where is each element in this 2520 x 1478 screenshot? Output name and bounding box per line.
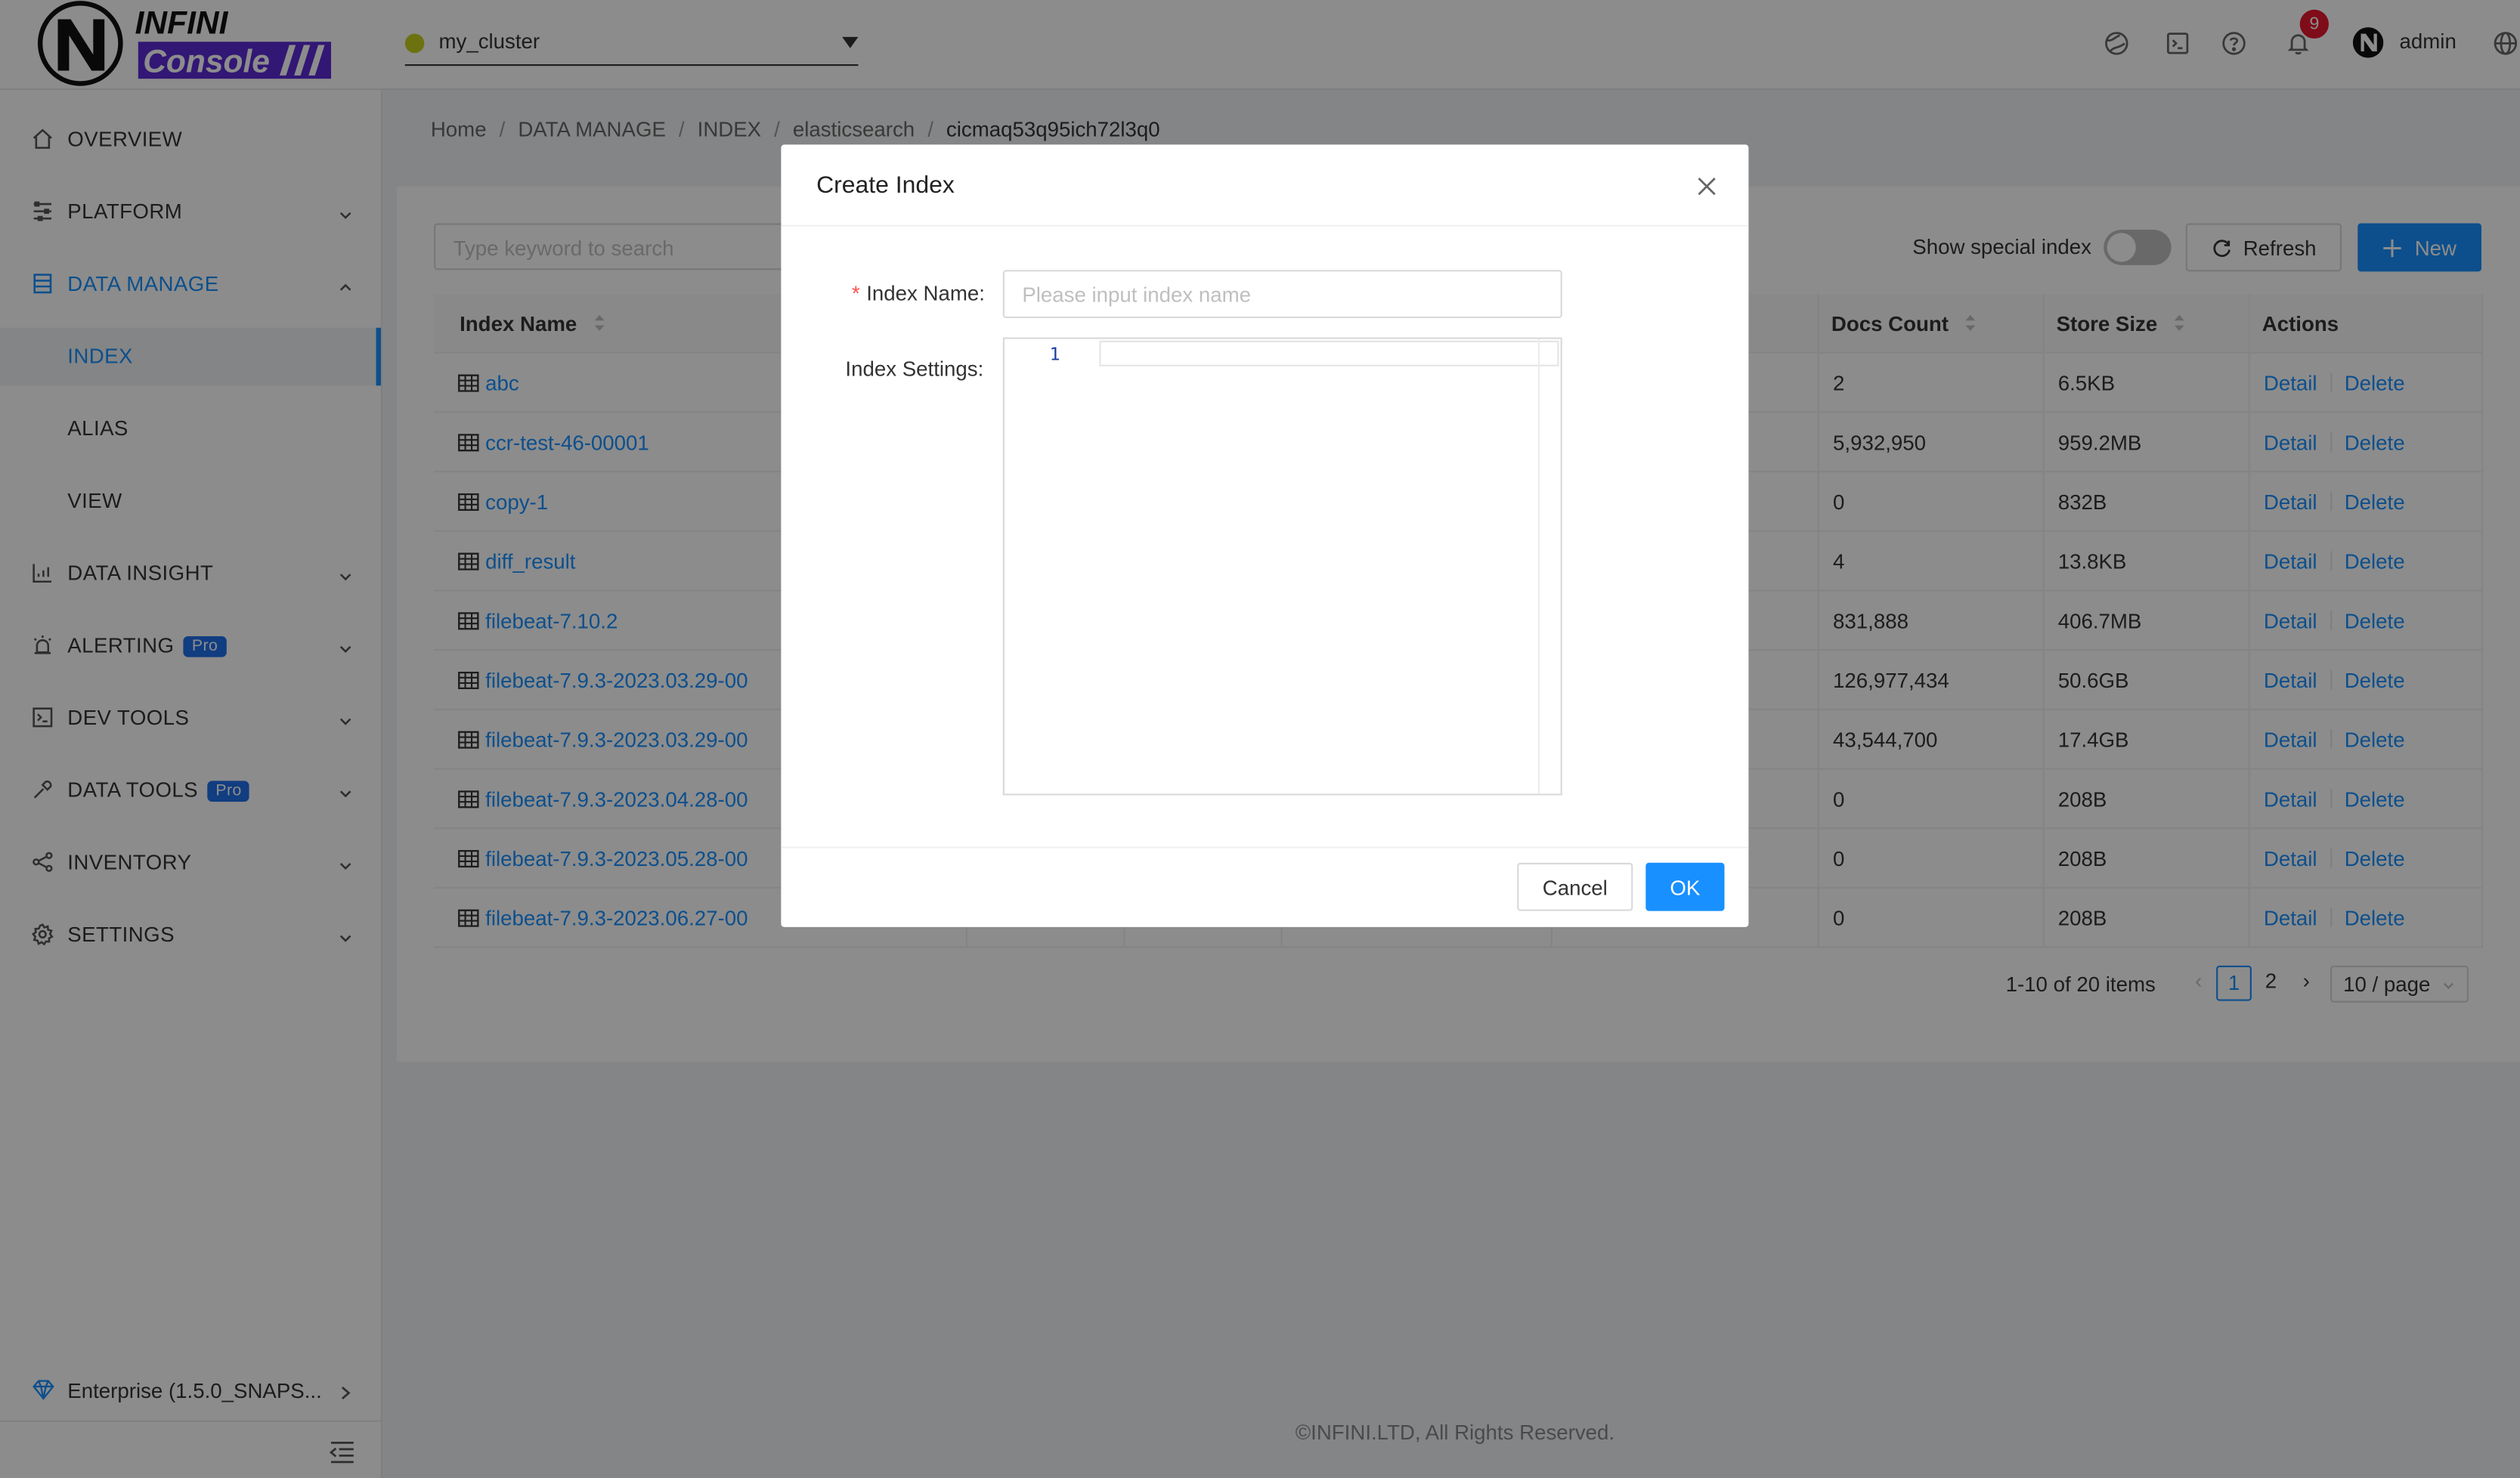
index-name-label: * Index Name:	[851, 281, 985, 305]
cancel-button[interactable]: Cancel	[1517, 862, 1633, 911]
ok-button[interactable]: OK	[1645, 862, 1725, 911]
divider	[781, 846, 1749, 849]
ok-label: OK	[1670, 874, 1701, 899]
index-settings-label: Index Settings:	[845, 357, 984, 381]
index-name-input[interactable]: Please input index name	[1002, 270, 1562, 319]
divider	[781, 224, 1749, 227]
create-index-modal: Create Index * Index Name: Please input i…	[781, 144, 1749, 927]
index-name-label-text: Index Name	[866, 281, 980, 305]
modal-title: Create Index	[816, 172, 955, 199]
editor-scrollbar[interactable]	[1537, 339, 1540, 794]
editor-active-line[interactable]	[1099, 340, 1559, 366]
index-settings-label-text: Index Settings	[845, 357, 978, 381]
close-icon[interactable]	[1695, 175, 1718, 198]
cancel-label: Cancel	[1542, 874, 1608, 899]
editor-line-number: 1	[1049, 344, 1060, 365]
index-settings-editor[interactable]: 1	[1002, 337, 1562, 796]
